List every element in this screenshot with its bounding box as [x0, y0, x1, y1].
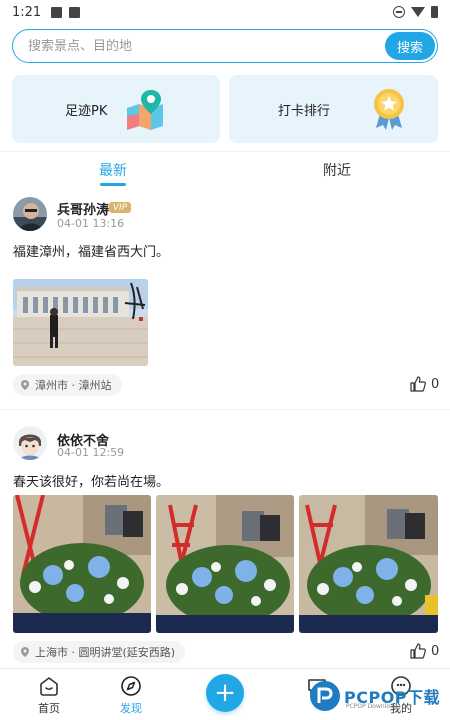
- nav-home-label: 首页: [38, 702, 60, 715]
- location-text: 漳州市 · 漳州站: [35, 379, 112, 392]
- avatar[interactable]: [13, 426, 47, 460]
- checkin-rank-card[interactable]: 打卡排行: [229, 75, 438, 143]
- checkin-rank-label: 打卡排行: [278, 103, 331, 119]
- search-input[interactable]: [13, 38, 385, 54]
- post-time: 04-01 12:59: [57, 446, 125, 459]
- battery-icon: [431, 6, 438, 18]
- nav-discover[interactable]: 发现: [106, 675, 156, 716]
- avatar[interactable]: [13, 197, 47, 231]
- watermark: PCPOP下载 PCPOP Download: [310, 676, 450, 716]
- post-photo[interactable]: [13, 495, 151, 633]
- nav-home[interactable]: 首页: [24, 675, 74, 716]
- location-pin-icon: [21, 380, 29, 390]
- post-user-name[interactable]: 兵哥孙涛: [57, 199, 109, 218]
- post-text: 春天该很好，你若尚在場。: [13, 475, 170, 490]
- status-time: 1:21: [12, 4, 42, 20]
- like-count: 0: [431, 643, 440, 659]
- home-icon: [38, 675, 60, 697]
- like-button[interactable]: 0: [410, 643, 439, 659]
- thumbs-up-icon: [410, 643, 426, 659]
- post-photo[interactable]: [156, 495, 294, 633]
- post-photo[interactable]: [299, 495, 438, 633]
- location-text: 上海市 · 圆明讲堂(延安西路): [35, 646, 176, 659]
- status-bar: 1:21: [0, 0, 450, 24]
- location-tag[interactable]: 上海市 · 圆明讲堂(延安西路): [13, 641, 186, 663]
- like-count: 0: [431, 376, 440, 392]
- location-tag[interactable]: 漳州市 · 漳州站: [13, 374, 122, 396]
- like-button[interactable]: 0: [410, 376, 439, 392]
- map-pin-icon: [125, 88, 165, 130]
- compass-icon: [120, 675, 142, 697]
- active-tab-indicator: [100, 183, 126, 186]
- post-photo[interactable]: [13, 279, 148, 366]
- gallery-notification-icon: [51, 6, 63, 18]
- footprint-pk-label: 足迹PK: [65, 103, 108, 119]
- vip-badge: VIP: [109, 202, 131, 213]
- app-notification-icon: [69, 6, 81, 18]
- search-bar: 搜索: [12, 29, 438, 63]
- nav-discover-label: 发现: [120, 702, 142, 715]
- watermark-logo-icon: [310, 681, 340, 711]
- thumbs-up-icon: [410, 376, 426, 392]
- post-text: 福建漳州，福建省西大门。: [13, 245, 170, 260]
- medal-icon: [372, 88, 406, 130]
- wifi-icon: [411, 7, 425, 17]
- watermark-subtext: PCPOP Download: [346, 703, 398, 710]
- do-not-disturb-icon: [393, 6, 405, 18]
- section-divider: [0, 151, 450, 152]
- add-post-button[interactable]: +: [206, 674, 244, 712]
- footprint-pk-card[interactable]: 足迹PK: [12, 75, 220, 143]
- tab-nearby[interactable]: 附近: [302, 160, 372, 186]
- location-pin-icon: [21, 647, 29, 657]
- post-time: 04-01 13:16: [57, 217, 125, 230]
- search-button[interactable]: 搜索: [385, 32, 435, 60]
- post-divider: [0, 409, 450, 410]
